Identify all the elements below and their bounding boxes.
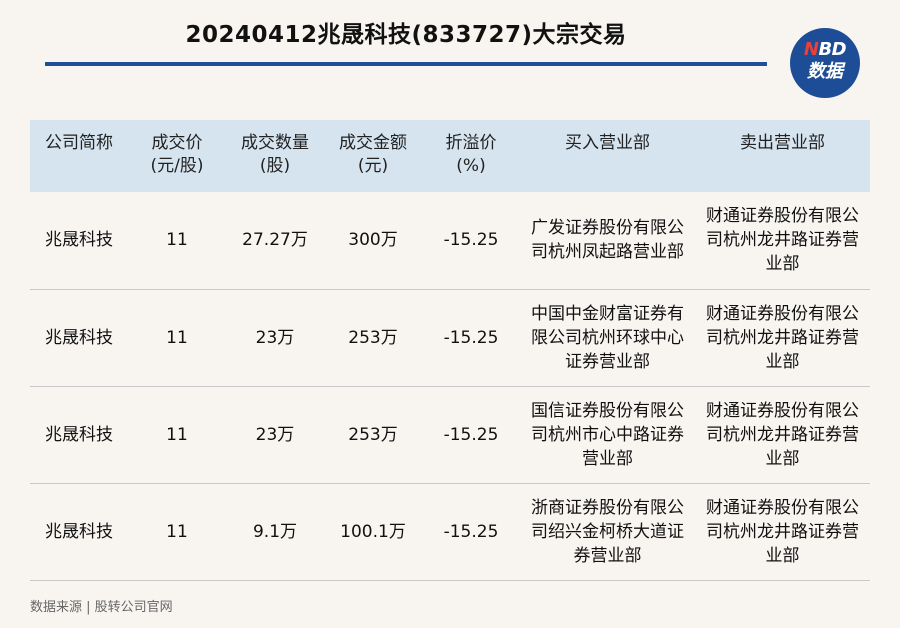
- nbd-logo: NBD 数据: [790, 28, 860, 98]
- table-row: 兆晟科技 11 27.27万 300万 -15.25 广发证券股份有限公司杭州凤…: [30, 192, 870, 289]
- cell-buyer: 广发证券股份有限公司杭州凤起路营业部: [531, 218, 684, 263]
- page-title: 20240412兆晟科技(833727)大宗交易: [185, 22, 627, 48]
- table-header-row: 公司简称 成交价 (元/股) 成交数量 (股) 成交金额 (元) 折溢价 (%) 买入营…: [30, 120, 870, 192]
- header-premium: 折溢价 (%): [445, 133, 497, 176]
- cell-company: 兆晟科技: [45, 230, 113, 251]
- cell-buyer: 浙商证券股份有限公司绍兴金柯桥大道证券营业部: [531, 497, 684, 566]
- cell-company: 兆晟科技: [45, 521, 113, 542]
- cell-seller: 财通证券股份有限公司杭州龙井路证券营业部: [706, 400, 859, 469]
- table-row: 兆晟科技 11 9.1万 100.1万 -15.25 浙商证券股份有限公司绍兴金…: [30, 483, 870, 580]
- cell-volume: 9.1万: [252, 521, 298, 542]
- header-buyer: 买入营业部: [565, 133, 650, 153]
- cell-price: 11: [166, 521, 188, 542]
- cell-seller: 财通证券股份有限公司杭州龙井路证券营业部: [706, 303, 859, 372]
- cell-price: 11: [166, 424, 188, 445]
- cell-amount: 300万: [348, 230, 398, 251]
- cell-company: 兆晟科技: [45, 424, 113, 445]
- logo-letter-n: N: [803, 39, 819, 60]
- logo-letters-bd: BD: [818, 39, 847, 60]
- cell-seller: 财通证券股份有限公司杭州龙井路证券营业部: [706, 497, 859, 566]
- cell-seller: 财通证券股份有限公司杭州龙井路证券营业部: [706, 206, 859, 275]
- cell-buyer: 国信证券股份有限公司杭州市心中路证券营业部: [531, 400, 684, 469]
- header-price: 成交价 (元/股): [150, 133, 204, 176]
- cell-premium: -15.25: [443, 230, 499, 251]
- data-source-note: 数据来源 | 股转公司官网: [30, 600, 173, 615]
- cell-premium: -15.25: [443, 327, 499, 348]
- cell-amount: 253万: [348, 327, 398, 348]
- cell-volume: 23万: [255, 424, 295, 445]
- header-seller: 卖出营业部: [740, 133, 825, 153]
- cell-amount: 100.1万: [340, 521, 406, 542]
- logo-text-top: NBD: [790, 40, 860, 60]
- cell-buyer: 中国中金财富证券有限公司杭州环球中心证券营业部: [531, 303, 684, 372]
- cell-price: 11: [166, 327, 188, 348]
- header-company: 公司简称: [45, 133, 113, 153]
- header-volume: 成交数量 (股): [241, 133, 309, 176]
- cell-premium: -15.25: [443, 424, 499, 445]
- title-underline: [45, 62, 767, 66]
- logo-text-bottom: 数据: [807, 61, 843, 82]
- block-trade-table: 公司简称 成交价 (元/股) 成交数量 (股) 成交金额 (元) 折溢价 (%) 买入营…: [30, 120, 870, 581]
- cell-price: 11: [166, 230, 188, 251]
- cell-volume: 23万: [255, 327, 295, 348]
- header-amount: 成交金额 (元): [339, 133, 407, 176]
- table-row: 兆晟科技 11 23万 253万 -15.25 中国中金财富证券有限公司杭州环球…: [30, 289, 870, 386]
- cell-amount: 253万: [348, 424, 398, 445]
- cell-company: 兆晟科技: [45, 327, 113, 348]
- table-row: 兆晟科技 11 23万 253万 -15.25 国信证券股份有限公司杭州市心中路…: [30, 386, 870, 483]
- cell-volume: 27.27万: [242, 230, 308, 251]
- cell-premium: -15.25: [443, 521, 499, 542]
